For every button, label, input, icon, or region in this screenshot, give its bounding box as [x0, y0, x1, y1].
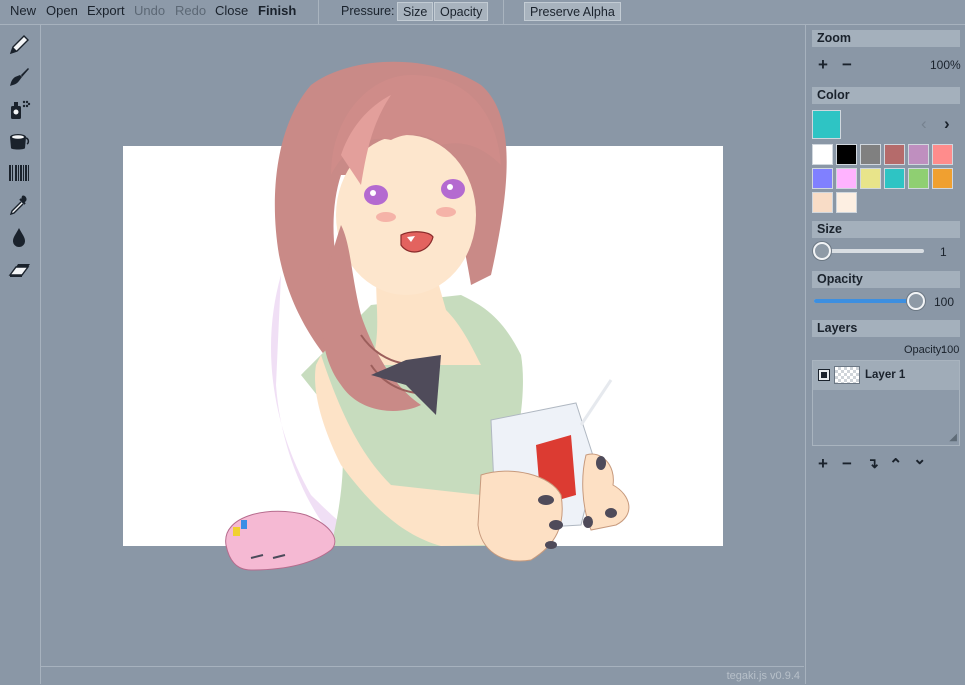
resize-handle-icon[interactable]: ◢: [949, 432, 957, 443]
palette-swatch[interactable]: [836, 192, 857, 213]
pressure-label: Pressure:: [341, 4, 395, 18]
zoom-out-button[interactable]: −: [842, 56, 852, 73]
brush-icon[interactable]: [7, 65, 33, 89]
zoom-section-title: Zoom: [812, 30, 960, 47]
move-layer-down-button[interactable]: ⌄: [913, 451, 926, 468]
opacity-value: 100: [934, 295, 955, 309]
layer-visibility-checkbox[interactable]: [818, 369, 830, 381]
menu-new[interactable]: New: [10, 3, 36, 18]
pressure-size-button[interactable]: Size: [397, 2, 434, 21]
layer-opacity-label: Opacity:: [904, 344, 945, 356]
add-layer-button[interactable]: +: [818, 455, 828, 472]
palette-swatch[interactable]: [884, 168, 905, 189]
menu-redo[interactable]: Redo: [175, 3, 206, 18]
palette-swatch[interactable]: [836, 168, 857, 189]
palette-swatch[interactable]: [860, 168, 881, 189]
palette-swatch[interactable]: [860, 144, 881, 165]
layers-section-title: Layers: [812, 320, 960, 337]
layer-opacity-value[interactable]: 100: [941, 344, 959, 356]
move-layer-up-button[interactable]: ⌃: [889, 457, 902, 474]
menu-export[interactable]: Export: [87, 3, 125, 18]
palette-swatch[interactable]: [812, 192, 833, 213]
palette-swatch[interactable]: [932, 144, 953, 165]
tool-bar: [0, 25, 41, 684]
blur-icon[interactable]: [7, 225, 33, 249]
size-slider-knob[interactable]: [813, 242, 831, 260]
status-bar: tegaki.js v0.9.4: [41, 666, 804, 685]
color-prev-button[interactable]: ‹: [921, 115, 927, 132]
layer-row[interactable]: Layer 1: [813, 361, 959, 390]
color-next-button[interactable]: ›: [944, 115, 950, 132]
layer-thumbnail: [834, 366, 860, 384]
menu-divider: [503, 0, 504, 24]
pattern-icon[interactable]: [7, 161, 33, 185]
menu-divider: [318, 0, 319, 24]
opacity-slider-fill: [814, 299, 917, 303]
color-section-title: Color: [812, 87, 960, 104]
airbrush-icon[interactable]: [7, 97, 33, 121]
palette-swatch[interactable]: [812, 144, 833, 165]
eyedropper-icon[interactable]: [7, 193, 33, 217]
drawing-canvas[interactable]: [41, 25, 804, 666]
eraser-icon[interactable]: [7, 257, 33, 281]
palette-swatch[interactable]: [884, 144, 905, 165]
palette-swatch[interactable]: [836, 144, 857, 165]
current-color-swatch[interactable]: [812, 110, 841, 139]
menu-open[interactable]: Open: [46, 3, 78, 18]
palette-swatch[interactable]: [932, 168, 953, 189]
layer-name[interactable]: Layer 1: [865, 369, 905, 381]
layers-list[interactable]: Layer 1 ◢: [812, 360, 960, 446]
menu-finish[interactable]: Finish: [258, 3, 296, 18]
size-value: 1: [940, 245, 947, 259]
version-label: tegaki.js v0.9.4: [726, 670, 800, 682]
opacity-section-title: Opacity: [812, 271, 960, 288]
layer-controls: + − ↴ ⌃ ⌄: [812, 451, 962, 474]
zoom-in-button[interactable]: +: [818, 56, 828, 73]
menu-bar: New Open Export Undo Redo Close Finish P…: [0, 0, 965, 25]
canvas-viewport[interactable]: [41, 25, 804, 666]
preserve-alpha-button[interactable]: Preserve Alpha: [524, 2, 621, 21]
delete-layer-button[interactable]: −: [842, 455, 852, 472]
pencil-icon[interactable]: [7, 33, 33, 57]
merge-down-button[interactable]: ↴: [867, 455, 879, 472]
bucket-icon[interactable]: [7, 129, 33, 153]
palette-swatch[interactable]: [908, 144, 929, 165]
pressure-opacity-button[interactable]: Opacity: [434, 2, 489, 21]
zoom-value: 100%: [930, 58, 961, 72]
opacity-slider-knob[interactable]: [907, 292, 925, 310]
size-section-title: Size: [812, 221, 960, 238]
menu-close[interactable]: Close: [215, 3, 248, 18]
side-panel: Zoom + − 100% Color ‹ › Size 1 Opacity 1…: [805, 25, 965, 684]
palette-swatch[interactable]: [908, 168, 929, 189]
menu-undo[interactable]: Undo: [134, 3, 165, 18]
palette-swatch[interactable]: [812, 168, 833, 189]
